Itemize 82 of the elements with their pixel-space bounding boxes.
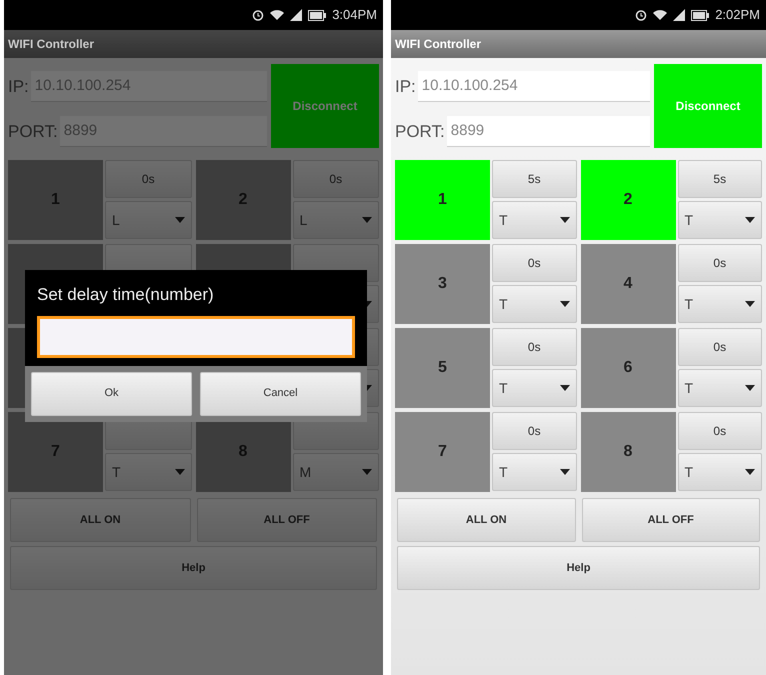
delay-button[interactable]: 0s [678, 412, 762, 450]
delay-button[interactable]: 0s [292, 160, 379, 198]
dropdown-caret-icon [745, 469, 755, 475]
signal-icon [673, 9, 686, 21]
mode-value: T [499, 210, 508, 230]
wifi-icon [653, 9, 668, 21]
all-off-button[interactable]: ALL OFF [196, 498, 377, 542]
relay-button[interactable]: 8 [580, 412, 676, 492]
mode-dropdown[interactable]: T [678, 285, 762, 323]
ip-label: IP: [395, 76, 416, 98]
signal-icon [290, 9, 302, 21]
mode-dropdown[interactable]: T [678, 369, 762, 407]
window-title: WIFI Controller [395, 36, 481, 53]
mode-dropdown[interactable]: T [492, 201, 576, 239]
mode-dropdown[interactable]: M [292, 453, 379, 491]
alarm-icon [635, 9, 648, 21]
delay-button[interactable]: 0s [492, 412, 576, 450]
mode-value: T [499, 294, 508, 314]
wifi-icon [270, 9, 284, 21]
relay-button[interactable]: 3 [395, 244, 490, 324]
relay-button[interactable]: 4 [580, 244, 676, 324]
help-button[interactable]: Help [397, 546, 760, 590]
mode-value: T [112, 462, 121, 482]
all-on-button[interactable]: ALL ON [10, 498, 190, 542]
dropdown-caret-icon [362, 217, 372, 223]
delay-button[interactable]: 5s [678, 160, 762, 198]
mode-value: L [112, 210, 120, 230]
dropdown-caret-icon [745, 385, 755, 391]
mode-dropdown[interactable]: T [492, 369, 576, 407]
alarm-icon [252, 9, 264, 21]
mode-dropdown[interactable]: T [678, 201, 762, 239]
all-on-button[interactable]: ALL ON [397, 498, 576, 542]
delay-button[interactable]: 0s [678, 244, 762, 282]
mode-value: T [684, 462, 694, 482]
dropdown-caret-icon [560, 469, 570, 475]
dropdown-caret-icon [362, 469, 372, 475]
all-off-button[interactable]: ALL OFF [582, 498, 760, 542]
mode-value: T [499, 462, 508, 482]
mode-value: L [300, 210, 308, 230]
dropdown-caret-icon [560, 301, 570, 307]
relay-button[interactable]: 2 [580, 160, 676, 240]
mode-dropdown[interactable]: T [105, 453, 192, 491]
delay-button[interactable]: 0s [492, 244, 576, 282]
mode-value: M [300, 462, 312, 482]
dropdown-caret-icon [174, 469, 184, 475]
mode-dropdown[interactable]: T [492, 285, 576, 323]
dropdown-caret-icon [560, 217, 570, 223]
port-label: PORT: [395, 120, 445, 143]
relay-button[interactable]: 5 [395, 328, 490, 408]
dropdown-caret-icon [560, 385, 570, 391]
delay-button[interactable]: 0s [678, 328, 762, 366]
mode-value: T [684, 210, 694, 230]
status-time: 2:02PM [715, 6, 760, 24]
battery-icon [691, 10, 710, 20]
relay-button[interactable]: 6 [580, 328, 676, 408]
dialog-title: Set delay time(number) [37, 284, 215, 306]
dropdown-caret-icon [174, 217, 184, 223]
delay-button[interactable]: 0s [492, 328, 576, 366]
mode-dropdown[interactable]: T [678, 453, 762, 491]
status-time: 3:04PM [332, 6, 377, 24]
mode-value: T [684, 378, 694, 398]
ip-input-field[interactable]: 10.10.100.254 [418, 70, 650, 102]
delay-button[interactable]: 0s [105, 160, 192, 198]
mode-dropdown[interactable]: L [105, 201, 192, 239]
mode-value: T [684, 294, 694, 314]
window-title: WIFI Controller [8, 36, 94, 53]
help-button[interactable]: Help [10, 546, 377, 590]
relay-button[interactable]: 7 [395, 412, 490, 492]
delay-input-field[interactable] [37, 316, 355, 358]
dropdown-caret-icon [745, 301, 755, 307]
port-input-field[interactable]: 8899 [446, 116, 650, 148]
mode-dropdown[interactable]: T [492, 453, 576, 491]
dropdown-caret-icon [745, 217, 755, 223]
relay-button[interactable]: 1 [395, 160, 490, 240]
dialog-button[interactable]: Ok [31, 372, 192, 416]
ip-label: IP: [8, 76, 29, 98]
dialog-button[interactable]: Cancel [200, 372, 361, 416]
delay-button[interactable]: 5s [492, 160, 576, 198]
mode-dropdown[interactable]: L [292, 201, 379, 239]
port-label: PORT: [8, 120, 58, 143]
mode-value: T [499, 378, 508, 398]
battery-icon [308, 10, 326, 20]
